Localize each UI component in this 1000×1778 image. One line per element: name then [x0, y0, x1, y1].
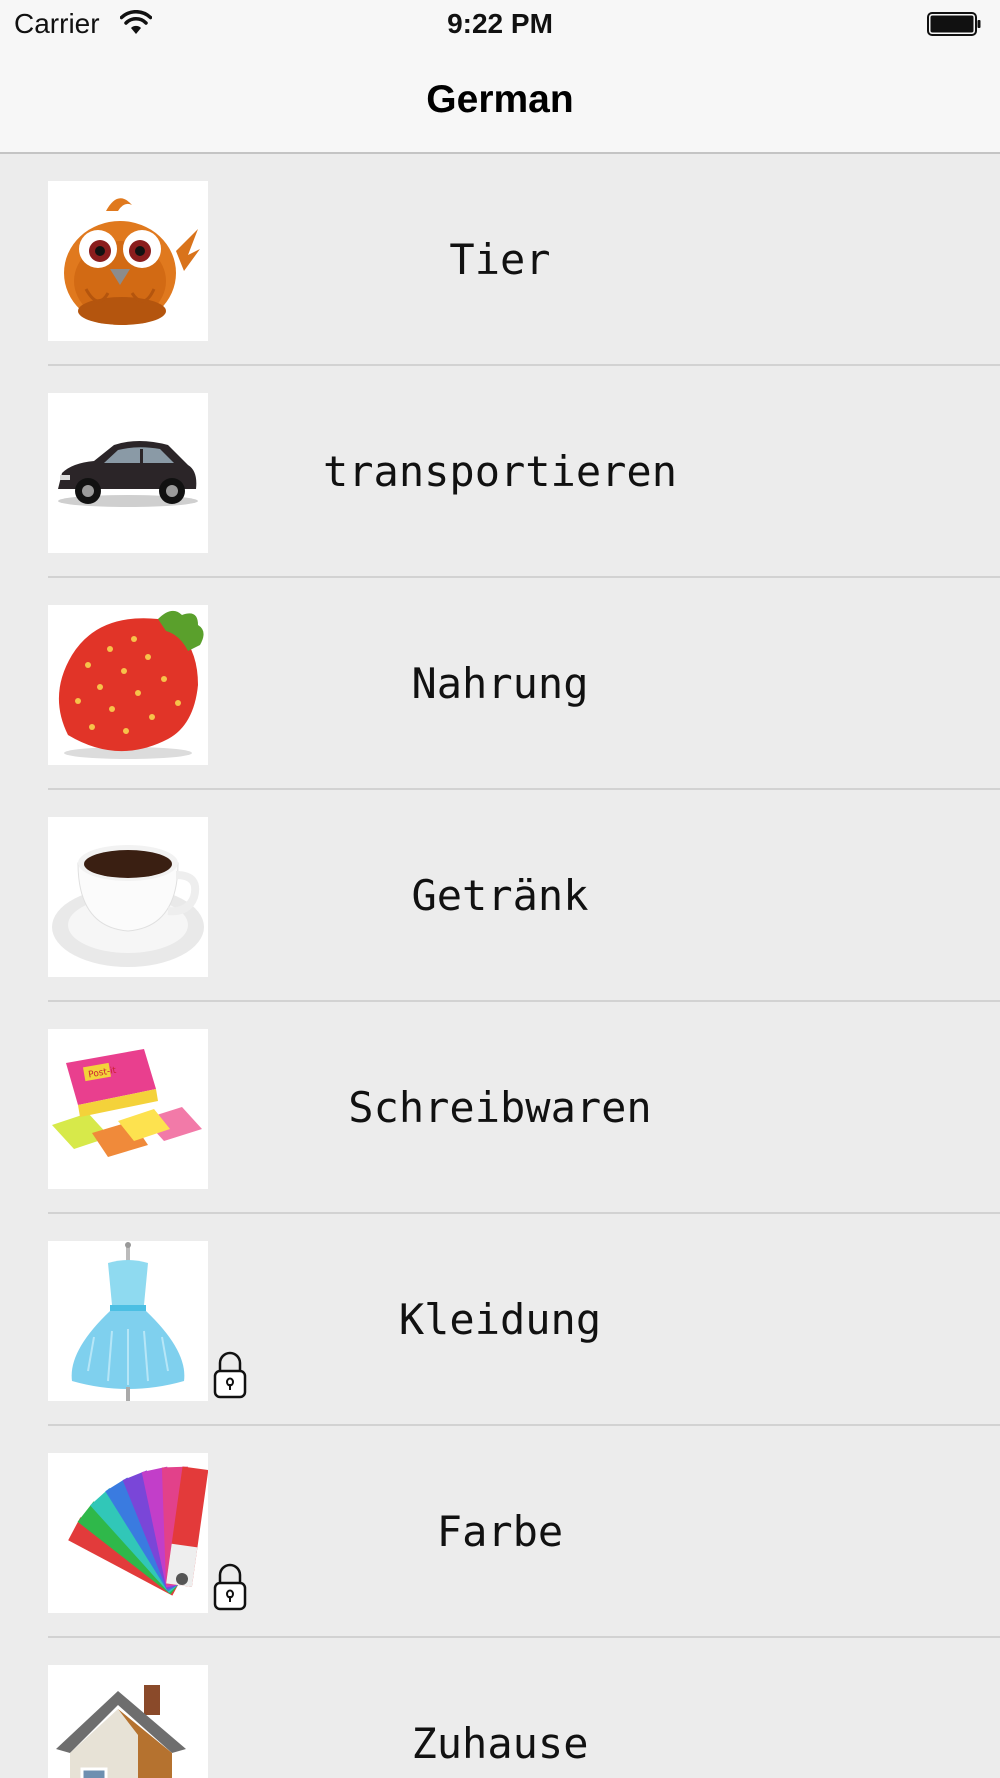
list-item-schreibwaren[interactable]: Post-it Schreibwaren	[0, 1002, 1000, 1214]
category-label: Tier	[449, 235, 551, 284]
lock-icon	[213, 1351, 247, 1399]
list-item-tier[interactable]: Tier	[0, 154, 1000, 366]
list-item-farbe[interactable]: Farbe	[0, 1426, 1000, 1638]
category-label: Zuhause	[411, 1719, 589, 1768]
category-label: Schreibwaren	[348, 1083, 652, 1132]
category-label: transportieren	[322, 447, 677, 496]
list-item-kleidung[interactable]: Kleidung	[0, 1214, 1000, 1426]
category-label: Getränk	[411, 871, 589, 920]
category-label: Farbe	[436, 1507, 564, 1556]
page-title: German	[426, 78, 574, 121]
list-item-nahrung[interactable]: Nahrung	[0, 578, 1000, 790]
category-label: Nahrung	[411, 659, 589, 708]
lock-icon	[213, 1563, 247, 1611]
list-item-zuhause[interactable]: Zuhause	[0, 1638, 1000, 1778]
battery-icon	[927, 12, 981, 36]
list-item-getraenk[interactable]: Getränk	[0, 790, 1000, 1002]
status-time: 9:22 PM	[447, 8, 553, 39]
list-item-transportieren[interactable]: transportieren	[0, 366, 1000, 578]
navigation-bar: Carrier 9:22 PM German	[0, 0, 1000, 154]
screen: Carrier 9:22 PM German Tier transportier…	[0, 0, 1000, 1778]
category-label: Kleidung	[398, 1295, 602, 1344]
category-list: Tier transportieren Nahrung Getränk Post…	[0, 154, 1000, 1778]
